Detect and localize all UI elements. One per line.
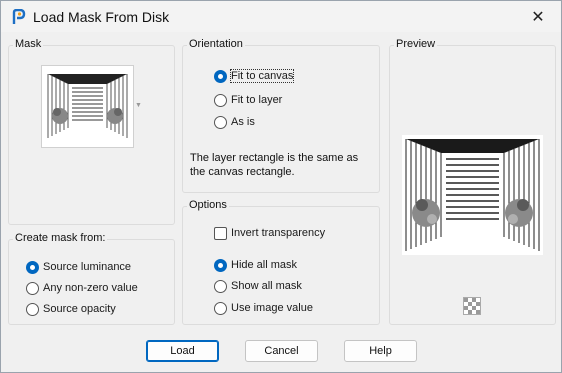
radio-fit-to-canvas[interactable]: Fit to canvas <box>214 68 295 84</box>
radio-label: Fit to canvas <box>229 69 295 83</box>
close-icon: ✕ <box>531 8 545 26</box>
radio-indicator <box>26 281 39 295</box>
radio-indicator <box>214 279 227 293</box>
orientation-description: The layer rectangle is the same as the c… <box>190 152 359 178</box>
checkbox-label: Invert transparency <box>231 227 326 239</box>
radio-hide-all-mask[interactable]: Hide all mask <box>214 257 297 273</box>
radio-indicator <box>214 69 227 83</box>
close-button[interactable]: ✕ <box>515 1 561 32</box>
dialog-window: Load Mask From Disk ✕ Mask ▼ Create mask… <box>0 0 562 373</box>
radio-label: Use image value <box>231 302 313 314</box>
radio-indicator <box>214 301 227 315</box>
radio-label: Source luminance <box>43 261 132 273</box>
preview-group-label: Preview <box>394 38 438 50</box>
mask-thumbnail[interactable] <box>41 65 134 148</box>
checkerboard-icon[interactable] <box>463 297 481 315</box>
checkerboard-pattern <box>464 298 480 314</box>
radio-label: As is <box>231 116 255 128</box>
load-button[interactable]: Load <box>146 340 219 362</box>
options-group-label: Options <box>187 199 229 211</box>
preview-image <box>402 135 543 255</box>
radio-indicator <box>26 260 39 274</box>
orientation-group-label: Orientation <box>187 38 245 50</box>
help-button[interactable]: Help <box>344 340 417 362</box>
thumbnail-dropdown-arrow-icon[interactable]: ▼ <box>135 102 142 109</box>
checkbox-box <box>214 226 227 240</box>
mask-thumbnail-image <box>42 66 133 147</box>
radio-source-opacity[interactable]: Source opacity <box>26 301 116 317</box>
radio-label: Source opacity <box>43 303 116 315</box>
radio-use-image-value[interactable]: Use image value <box>214 300 313 316</box>
radio-indicator <box>214 93 227 107</box>
radio-label: Show all mask <box>231 280 302 292</box>
radio-fit-to-layer[interactable]: Fit to layer <box>214 92 282 108</box>
radio-label: Any non-zero value <box>43 282 138 294</box>
radio-label: Hide all mask <box>231 259 298 271</box>
mask-group-label: Mask <box>13 38 44 50</box>
paintshop-logo-icon <box>12 9 26 24</box>
radio-as-is[interactable]: As is <box>214 114 255 130</box>
preview-mask-image <box>402 135 543 255</box>
radio-indicator <box>214 258 227 272</box>
invert-transparency-checkbox[interactable]: Invert transparency <box>214 225 325 241</box>
cancel-button[interactable]: Cancel <box>245 340 318 362</box>
radio-indicator <box>26 302 39 316</box>
radio-show-all-mask[interactable]: Show all mask <box>214 278 302 294</box>
create-mask-group-label: Create mask from: <box>13 232 108 244</box>
radio-any-nonzero-value[interactable]: Any non-zero value <box>26 280 138 296</box>
radio-source-luminance[interactable]: Source luminance <box>26 259 131 275</box>
title-bar[interactable]: Load Mask From Disk ✕ <box>1 1 561 32</box>
radio-label: Fit to layer <box>231 94 283 106</box>
radio-indicator <box>214 115 227 129</box>
window-title: Load Mask From Disk <box>33 9 170 25</box>
